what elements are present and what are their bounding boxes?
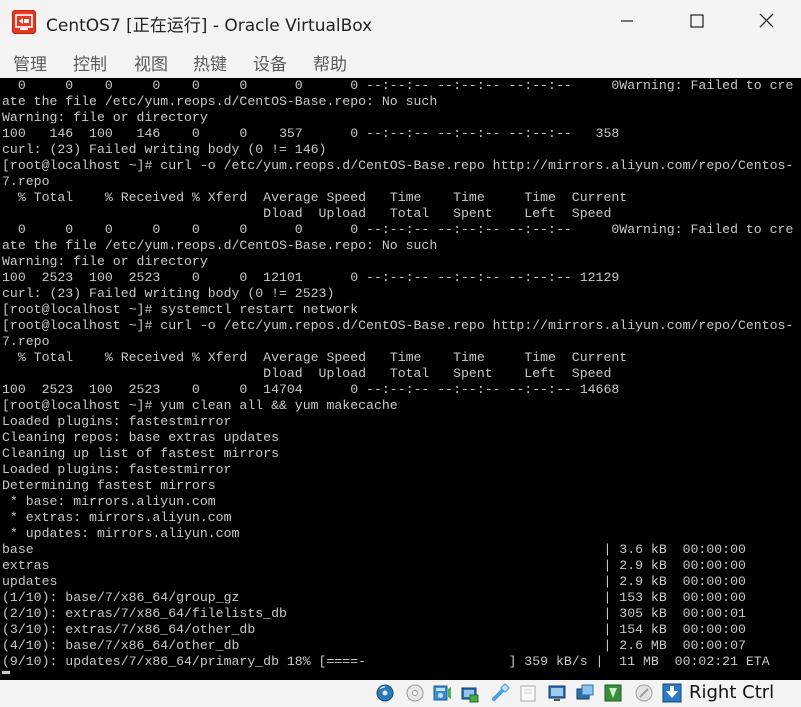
shared-folders-icon[interactable] bbox=[518, 683, 538, 703]
terminal-line: % Total % Received % Xferd Average Speed… bbox=[2, 190, 628, 205]
terminal-line: ate the file /etc/yum.reops.d/CentOS-Bas… bbox=[2, 94, 438, 109]
menu-hotkey[interactable]: 热键 bbox=[193, 50, 227, 75]
usb-icon[interactable] bbox=[490, 683, 510, 703]
terminal-line: 100 2523 100 2523 0 0 12101 0 --:--:-- -… bbox=[2, 270, 620, 285]
terminal-line: Loaded plugins: fastestmirror bbox=[2, 414, 232, 429]
minimize-button[interactable] bbox=[592, 0, 662, 44]
terminal-line: * updates: mirrors.aliyun.com bbox=[2, 526, 240, 541]
terminal-line: 100 2523 100 2523 0 0 14704 0 --:--:-- -… bbox=[2, 382, 620, 397]
menu-bar: 管理 控制 视图 热键 设备 帮助 bbox=[0, 44, 801, 78]
terminal-line: * extras: mirrors.aliyun.com bbox=[2, 510, 232, 525]
terminal-line: Warning: file or directory bbox=[2, 110, 208, 125]
terminal-line: [root@localhost ~]# curl -o /etc/yum.rep… bbox=[2, 318, 794, 333]
terminal-line: 7.repo bbox=[2, 334, 50, 349]
terminal-line: Determining fastest mirrors bbox=[2, 478, 216, 493]
terminal-line: 0 0 0 0 0 0 0 0 --:--:-- --:--:-- --:--:… bbox=[2, 78, 794, 93]
terminal-line: (9/10): updates/7/x86_64/primary_db 18% … bbox=[2, 654, 770, 669]
terminal-line: % Total % Received % Xferd Average Speed… bbox=[2, 350, 628, 365]
keyboard-icon[interactable] bbox=[662, 683, 682, 703]
terminal-line: Dload Upload Total Spent Left Speed bbox=[2, 366, 612, 381]
terminal-line: [root@localhost ~]# systemctl restart ne… bbox=[2, 302, 359, 317]
terminal-line: 0 0 0 0 0 0 0 0 --:--:-- --:--:-- --:--:… bbox=[2, 222, 794, 237]
audio-icon[interactable] bbox=[432, 683, 452, 703]
menu-devices[interactable]: 设备 bbox=[253, 50, 287, 75]
terminal-line: base | 3.6 kB 00:00:00 bbox=[2, 542, 746, 557]
terminal-line: Warning: file or directory bbox=[2, 254, 208, 269]
maximize-button[interactable] bbox=[662, 0, 732, 44]
terminal-line: curl: (23) Failed writing body (0 != 252… bbox=[2, 286, 335, 301]
terminal-line: (2/10): extras/7/x86_64/filelists_db | 3… bbox=[2, 606, 746, 621]
terminal-line: 100 146 100 146 0 0 357 0 --:--:-- --:--… bbox=[2, 126, 620, 141]
terminal-line: extras | 2.9 kB 00:00:00 bbox=[2, 558, 746, 573]
terminal-line: (1/10): base/7/x86_64/group_gz | 153 kB … bbox=[2, 590, 746, 605]
virtualbox-app-icon bbox=[12, 10, 36, 34]
terminal-cursor bbox=[2, 671, 10, 674]
terminal-line: ate the file /etc/yum.reops.d/CentOS-Bas… bbox=[2, 238, 438, 253]
network-icon[interactable] bbox=[460, 683, 480, 703]
host-key-label[interactable]: Right Ctrl bbox=[689, 682, 774, 703]
hard-disk-icon[interactable] bbox=[375, 683, 395, 703]
terminal-line: curl: (23) Failed writing body (0 != 146… bbox=[2, 142, 327, 157]
optical-drive-icon[interactable] bbox=[405, 683, 425, 703]
terminal-line: * base: mirrors.aliyun.com bbox=[2, 494, 216, 509]
maximize-icon bbox=[690, 13, 704, 32]
terminal-line: Cleaning up list of fastest mirrors bbox=[2, 446, 279, 461]
vm-console-screen[interactable]: 0 0 0 0 0 0 0 0 --:--:-- --:--:-- --:--:… bbox=[0, 78, 801, 680]
close-button[interactable] bbox=[731, 0, 801, 44]
terminal-line: (3/10): extras/7/x86_64/other_db | 154 k… bbox=[2, 622, 746, 637]
terminal-output: 0 0 0 0 0 0 0 0 --:--:-- --:--:-- --:--:… bbox=[0, 78, 801, 670]
capture-icon[interactable] bbox=[575, 683, 595, 703]
window-title: CentOS7 [正在运行] - Oracle VirtualBox bbox=[46, 16, 373, 36]
menu-manage[interactable]: 管理 bbox=[13, 50, 47, 75]
status-bar: Right Ctrl bbox=[0, 680, 801, 706]
terminal-line: 7.repo bbox=[2, 174, 50, 189]
title-bar[interactable]: CentOS7 [正在运行] - Oracle VirtualBox bbox=[0, 0, 801, 44]
display-icon[interactable] bbox=[547, 683, 567, 703]
terminal-line: (4/10): base/7/x86_64/other_db | 2.6 MB … bbox=[2, 638, 746, 653]
terminal-line: Loaded plugins: fastestmirror bbox=[2, 462, 232, 477]
menu-help[interactable]: 帮助 bbox=[313, 50, 347, 75]
terminal-line: Cleaning repos: base extras updates bbox=[2, 430, 279, 445]
terminal-line: [root@localhost ~]# yum clean all && yum… bbox=[2, 398, 398, 413]
close-icon bbox=[759, 13, 774, 32]
terminal-line: updates | 2.9 kB 00:00:00 bbox=[2, 574, 746, 589]
menu-control[interactable]: 控制 bbox=[73, 50, 107, 75]
guest-additions-icon[interactable] bbox=[603, 683, 623, 703]
terminal-line: [root@localhost ~]# curl -o /etc/yum.reo… bbox=[2, 158, 794, 173]
menu-view[interactable]: 视图 bbox=[134, 50, 168, 75]
cpu-icon[interactable] bbox=[634, 683, 654, 703]
terminal-line: Dload Upload Total Spent Left Speed bbox=[2, 206, 612, 221]
minimize-icon bbox=[620, 13, 634, 32]
